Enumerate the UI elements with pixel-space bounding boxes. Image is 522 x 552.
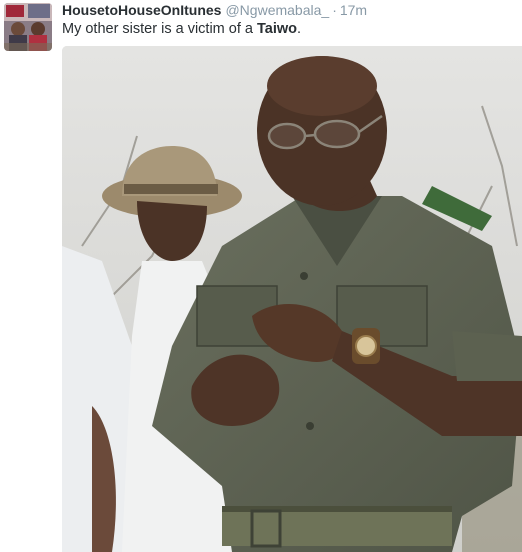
tweet-text-prefix: My other sister is a victim of a <box>62 21 257 37</box>
tweet-text-suffix: . <box>297 21 302 37</box>
tweet: HousetoHouseOnItunes @Ngwemabala_ · 17m My … <box>0 0 522 552</box>
photo-image <box>62 46 522 552</box>
timestamp[interactable]: 17m <box>340 2 367 18</box>
tweet-text-bold: Taiwo <box>257 21 298 37</box>
separator-dot: · <box>332 2 337 18</box>
tweet-header: HousetoHouseOnItunes @Ngwemabala_ · 17m <box>62 2 367 18</box>
tweet-photo[interactable] <box>62 46 522 552</box>
avatar[interactable] <box>4 3 52 51</box>
display-name[interactable]: HousetoHouseOnItunes <box>62 2 221 18</box>
user-handle[interactable]: @Ngwemabala_ <box>225 2 329 18</box>
tweet-text: My other sister is a victim of a Taiwo. <box>62 20 301 38</box>
